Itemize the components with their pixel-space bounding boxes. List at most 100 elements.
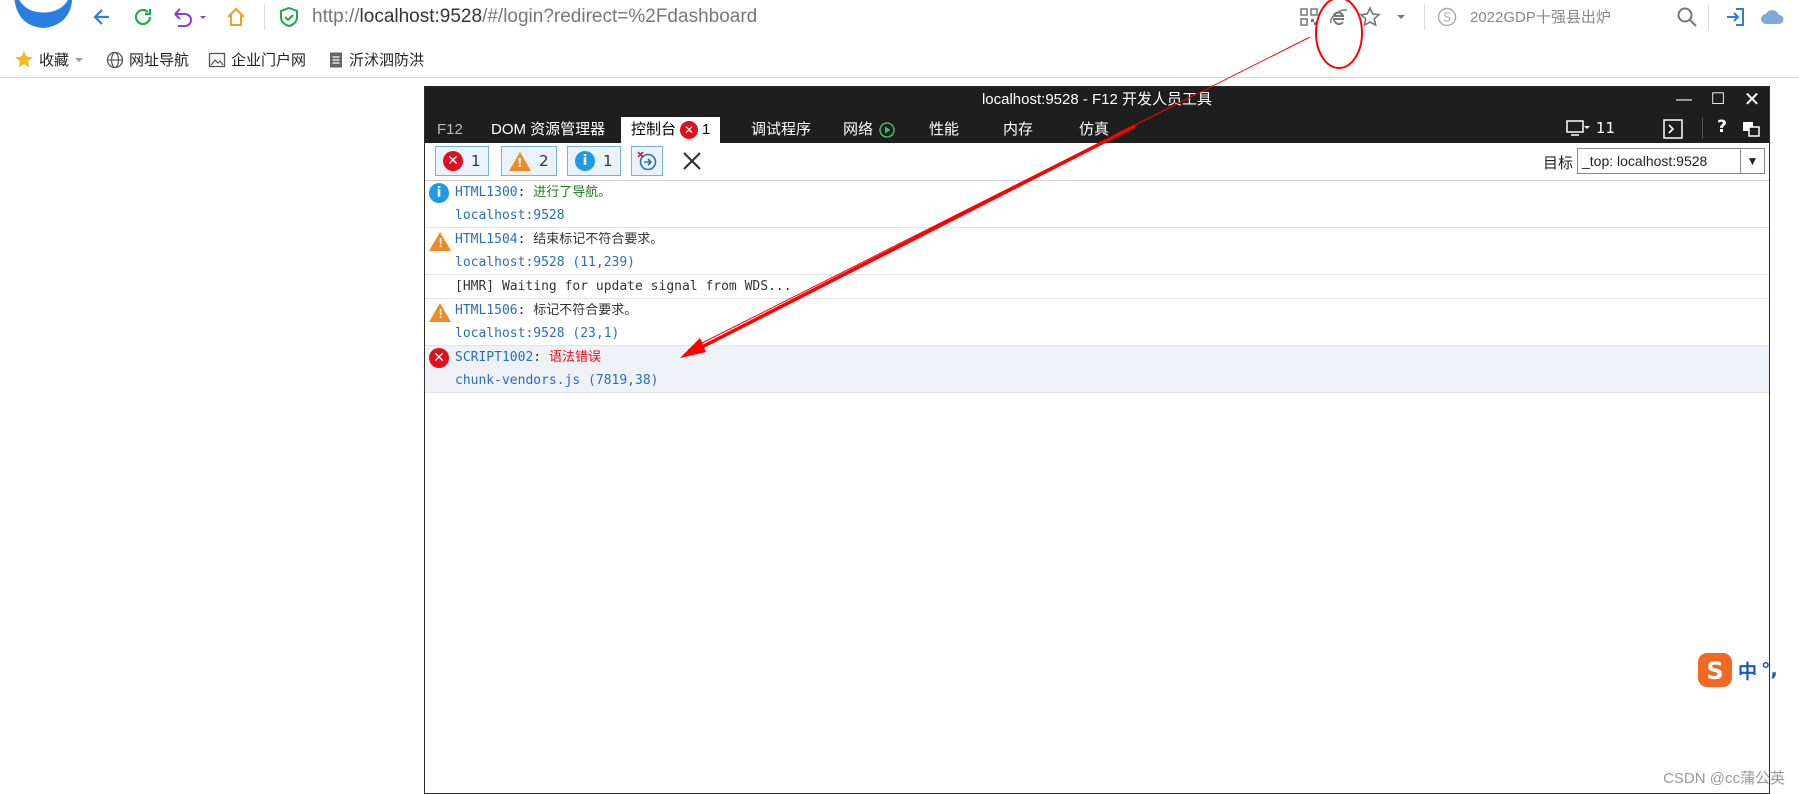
globe-icon [106,51,124,69]
monitor-icon [1566,120,1590,136]
tab-memory[interactable]: 内存 [993,117,1043,143]
clear-on-navigate-button[interactable] [631,146,663,176]
tab-network[interactable]: 网络 [833,117,905,143]
address-bar[interactable]: http://localhost:9528/#/login?redirect=%… [312,4,757,30]
url-prefix: http:// [312,6,360,27]
info-icon: i [575,151,595,171]
devtools-titlebar: localhost:9528 - F12 开发人员工具 — ☐ ✕ [425,87,1769,113]
target-label: 目标 [1542,154,1573,172]
divider [1708,4,1709,30]
bookmark-nav[interactable]: 网址导航 [106,50,189,70]
maximize-button[interactable]: ☐ [1701,87,1735,113]
log-source-link[interactable]: chunk-vendors.js (7819,38) [425,369,1769,392]
log-source-link[interactable]: localhost:9528 (23,1) [425,322,1769,345]
sogou-logo-icon: S [1698,653,1732,687]
log-code[interactable]: SCRIPT1002 [455,350,533,365]
tab-error-count: 1 [702,121,711,138]
console-toolbar: ✕ 1 ! 2 i 1 目标 _top: localhost:9528 ▼ [425,143,1769,181]
info-icon: i [429,183,449,203]
console-output: i HTML1300: 进行了导航。 localhost:9528 ! HTML… [425,181,1769,393]
log-entry[interactable]: ✕ SCRIPT1002: 语法错误 chunk-vendors.js (781… [425,346,1769,393]
target-value: _top: localhost:9528 [1582,153,1708,169]
info-filter-button[interactable]: i 1 [567,146,621,176]
watermark: CSDN @cc蒲公英 [1663,770,1785,787]
play-icon [879,122,895,138]
log-entry[interactable]: [HMR] Waiting for update signal from WDS… [425,275,1769,299]
chevron-down-icon[interactable] [1388,4,1414,30]
tab-performance[interactable]: 性能 [919,117,969,143]
undo-icon[interactable] [170,4,210,30]
frame-count: 11 [1595,119,1615,137]
log-message: 结束标记不符合要求。 [533,232,664,247]
log-source-link[interactable]: localhost:9528 [425,204,1769,227]
refresh-icon[interactable] [130,4,156,30]
browser-logo-icon[interactable] [10,0,74,28]
punctuation-icon[interactable]: °, [1761,659,1778,681]
search-engine-icon[interactable]: S [1434,4,1460,30]
chevron-down-icon: ▼ [1740,149,1764,173]
tab-debugger[interactable]: 调试程序 [741,117,821,143]
star-icon[interactable] [1357,4,1383,30]
bookmark-label: 沂沭泗防洪 [349,51,425,69]
console-toggle-icon[interactable] [1663,119,1683,143]
chevron-down-icon [75,58,84,62]
login-icon[interactable] [1722,4,1748,30]
log-code[interactable]: HTML1506 [455,303,518,318]
log-message: 进行了导航。 [533,185,612,200]
image-icon [208,52,226,68]
bookmarks-bar: 收藏 网址导航 企业门户网 沂沭泗防洪 [0,40,1799,78]
doc-icon [330,52,342,68]
bookmark-favorites[interactable]: 收藏 [14,50,84,70]
svg-text:S: S [1706,657,1723,685]
tab-emulation[interactable]: 仿真 [1069,117,1119,143]
svg-text:S: S [1443,11,1451,25]
tab-f12[interactable]: F12 [427,117,473,143]
bookmark-label: 网址导航 [129,51,190,69]
tab-label: 控制台 [631,121,677,138]
bookmark-portal[interactable]: 企业门户网 [208,50,306,70]
warnings-filter-button[interactable]: ! 2 [501,146,557,176]
clear-console-icon[interactable] [681,150,703,176]
search-icon[interactable] [1674,4,1700,30]
grid-icon[interactable] [1296,4,1322,30]
error-icon: ✕ [429,348,449,368]
devtools-title: localhost:9528 - F12 开发人员工具 [981,91,1213,108]
minimize-button[interactable]: — [1667,87,1701,113]
tab-dom-explorer[interactable]: DOM 资源管理器 [481,117,615,143]
search-input[interactable]: 2022GDP十强县出炉 [1470,6,1611,27]
home-icon[interactable] [223,4,249,30]
warning-icon: ! [509,151,531,171]
back-icon[interactable] [89,4,115,30]
browser-toolbar: http://localhost:9528/#/login?redirect=%… [0,0,1799,36]
tab-console[interactable]: 控制台 ✕ 1 [621,117,721,143]
bookmark-label: 企业门户网 [231,51,307,69]
log-source-link[interactable]: localhost:9528 (11,239) [425,251,1769,274]
errors-filter-button[interactable]: ✕ 1 [435,146,489,176]
shield-icon[interactable] [276,4,302,30]
divider [1424,4,1425,30]
ime-toolbar[interactable]: S 中 °, [1696,650,1799,690]
help-icon[interactable]: ? [1717,117,1727,137]
divider [1702,117,1703,139]
bookmark-flood[interactable]: 沂沭泗防洪 [328,50,424,70]
devtools-tabs: F12 DOM 资源管理器 控制台 ✕ 1 调试程序 网络 性能 内存 仿真 1… [425,113,1769,143]
log-code[interactable]: HTML1300 [455,185,518,200]
ie-icon[interactable] [1326,4,1352,30]
target-frame-selector[interactable]: 11 [1566,119,1615,137]
close-button[interactable]: ✕ [1735,87,1769,113]
star-icon [15,51,33,68]
divider [264,4,265,30]
target-select[interactable]: _top: localhost:9528 ▼ [1577,148,1765,174]
log-message: [HMR] Waiting for update signal from WDS… [455,279,792,294]
error-icon: ✕ [443,151,463,171]
cloud-icon[interactable] [1760,4,1786,30]
log-entry[interactable]: i HTML1300: 进行了导航。 localhost:9528 [425,181,1769,228]
ime-mode-label[interactable]: 中 [1738,657,1757,684]
bookmark-label: 收藏 [39,51,70,69]
log-entry[interactable]: ! HTML1506: 标记不符合要求。 localhost:9528 (23,… [425,299,1769,346]
log-code[interactable]: HTML1504 [455,232,518,247]
warning-icon: ! [429,232,451,251]
devtools-window: localhost:9528 - F12 开发人员工具 — ☐ ✕ F12 DO… [424,86,1770,794]
log-entry[interactable]: ! HTML1504: 结束标记不符合要求。 localhost:9528 (1… [425,228,1769,275]
undock-icon[interactable] [1741,119,1761,143]
